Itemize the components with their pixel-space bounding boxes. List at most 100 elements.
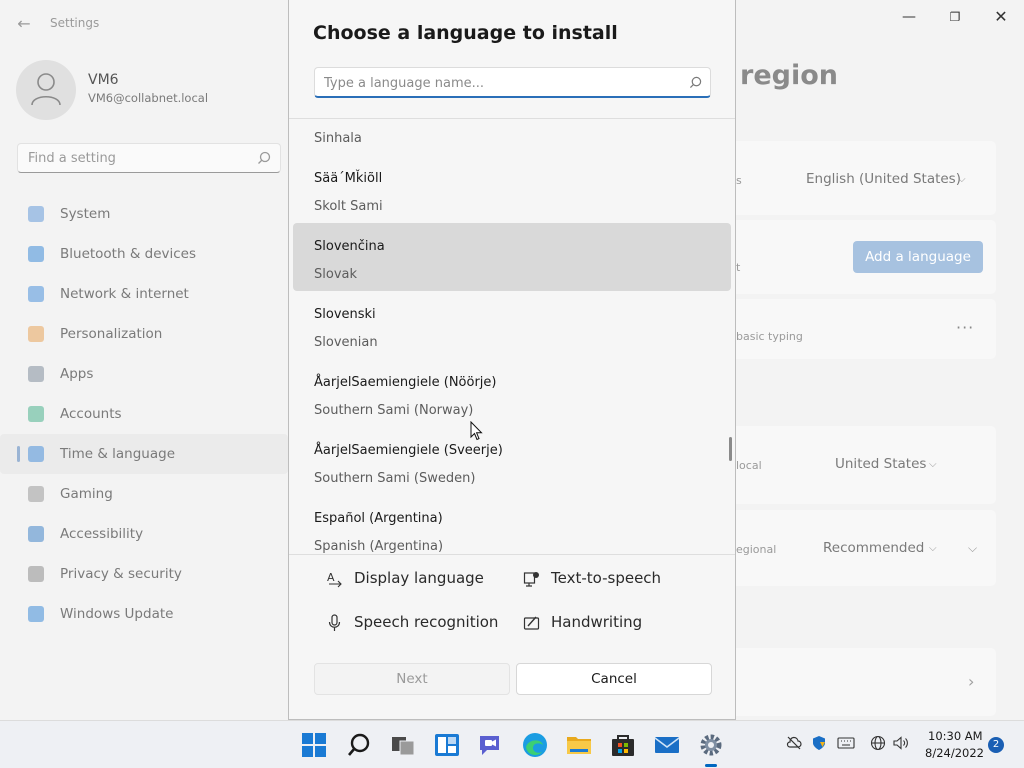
regional-format-row[interactable]: egional Recommended ⌵ ⌵ [736,510,996,586]
accessibility-icon [28,526,44,542]
language-native-name: Slovenski [314,307,376,322]
language-native-name: Sää´Mǩiõll [314,171,383,186]
gear-icon [700,734,722,756]
file-explorer-button[interactable] [565,731,593,759]
task-view-button[interactable] [389,731,417,759]
language-english-name: Slovenian [314,335,378,350]
language-english-name: Skolt Sami [314,199,383,214]
widgets-button[interactable] [433,731,461,759]
monitor-icon [28,206,44,222]
notification-badge[interactable]: 2 [988,737,1004,753]
handwriting-icon [523,616,540,630]
row-label-fragment: s [736,174,742,187]
sidebar-item-network-and-internet[interactable]: Network & internet [0,274,288,314]
store-bag-icon [612,735,634,756]
cancel-button[interactable]: Cancel [516,663,712,695]
mouse-cursor-icon [470,421,483,441]
network-disconnected-icon[interactable] [786,735,802,751]
avatar [16,60,76,120]
language-search-input[interactable] [324,72,674,94]
sidebar-item-gaming[interactable]: Gaming [0,474,288,514]
language-list-item[interactable]: Slovenski Slovenian [293,291,731,359]
language-list-item[interactable]: Slovenčina Slovak [293,223,731,291]
add-a-language-button[interactable]: Add a language [853,241,983,273]
clock-date[interactable]: 8/24/2022 [925,746,984,760]
security-shield-icon[interactable] [811,735,827,751]
gamepad-icon [28,486,44,502]
language-native-name: ÅarjelSaemiengiele (Sveerje) [314,443,503,458]
scrollbar-thumb[interactable] [729,437,732,461]
related-settings-row[interactable] [736,648,996,716]
language-globe-icon[interactable] [870,735,886,751]
sidebar-item-label: Network & internet [60,286,189,302]
sidebar-item-system[interactable]: System [0,194,288,234]
apps-icon [28,366,44,382]
language-list-item[interactable]: ÅarjelSaemiengiele (Nöörje) Southern Sami… [293,359,731,427]
dialog-title: Choose a language to install [313,22,618,44]
display-language-icon: A [327,571,342,588]
sidebar-item-privacy-and-security[interactable]: Privacy & security [0,554,288,594]
windows-logo-icon [302,733,326,757]
clock-time[interactable]: 10:30 AM [928,729,983,743]
person-icon [31,73,61,106]
search-icon [258,151,271,164]
next-button[interactable]: Next [314,663,510,695]
wifi-icon [28,286,44,302]
shield-icon [28,566,44,582]
sidebar-item-accessibility[interactable]: Accessibility [0,514,288,554]
keyboard-icon[interactable] [837,735,855,751]
window-title: Settings [50,16,100,30]
more-options-icon[interactable]: ··· [956,318,974,337]
display-language-dropdown[interactable]: English (United States) [806,171,961,187]
chevron-down-icon: ⌵ [929,543,937,554]
chevron-down-icon: ⌵ [958,174,966,185]
sidebar-item-bluetooth-and-devices[interactable]: Bluetooth & devices [0,234,288,274]
sidebar-item-personalization[interactable]: Personalization [0,314,288,354]
row-label-fragment: local [736,459,762,472]
windows-display-language-row[interactable]: s English (United States) ⌵ [736,141,996,215]
country-region-row[interactable]: local United States ⌵ [736,426,996,504]
language-native-name: Slovenčina [314,239,385,254]
row-label-fragment: egional [736,543,777,556]
taskbar-search-button[interactable] [345,731,373,759]
language-english-name: Spanish (Argentina) [314,539,444,554]
language-list-item[interactable]: Español (Argentina) Spanish (Argentina) [293,495,731,554]
chevron-right-icon[interactable]: › [968,672,974,691]
sidebar-item-label: Privacy & security [60,566,182,582]
store-button[interactable] [609,731,637,759]
regional-format-dropdown[interactable]: Recommended [823,540,924,556]
back-button[interactable]: ← [14,14,34,34]
row-label-fragment: basic typing [736,330,803,343]
language-native-name: ÅarjelSaemiengiele (Nöörje) [314,375,497,390]
language-list-item[interactable]: ÅarjelSaemiengiele (Sveerje) Southern Sam… [293,427,731,495]
language-list[interactable]: Sinhala Sää´Mǩiõll Skolt Sami Slovenčina Slo… [289,119,735,554]
sidebar-item-label: Apps [60,366,94,382]
minimize-button[interactable]: — [886,6,932,28]
language-list-item[interactable]: Sää´Mǩiõll Skolt Sami [293,155,731,223]
maximize-button[interactable]: ❐ [932,6,978,28]
chat-icon [480,736,499,755]
settings-taskbar-button[interactable] [697,731,725,767]
close-button[interactable]: ✕ [978,6,1024,28]
folder-icon [567,737,591,754]
taskbar: 10:30 AM 8/24/2022 2 [0,720,1024,768]
sidebar-item-accounts[interactable]: Accounts [0,394,288,434]
bluetooth-icon [28,246,44,262]
country-dropdown[interactable]: United States [835,456,926,472]
chat-button[interactable] [477,731,505,759]
find-setting-placeholder: Find a setting [28,151,116,166]
sidebar-item-time-and-language[interactable]: Time & language [0,434,288,474]
mail-button[interactable] [653,731,681,759]
expand-chevron-icon[interactable]: ⌵ [968,541,977,556]
edge-button[interactable] [521,731,549,759]
sidebar-item-windows-update[interactable]: Windows Update [0,594,288,634]
language-search-box[interactable] [314,67,711,98]
clock-globe-icon [28,446,44,462]
sidebar-item-apps[interactable]: Apps [0,354,288,394]
language-english-name: Slovak [314,267,358,282]
volume-icon[interactable] [892,735,910,751]
sidebar-item-label: Accessibility [60,526,144,542]
language-list-item[interactable]: Sinhala [293,119,731,155]
start-button[interactable] [300,731,328,759]
find-setting-input[interactable]: Find a setting [17,143,281,173]
